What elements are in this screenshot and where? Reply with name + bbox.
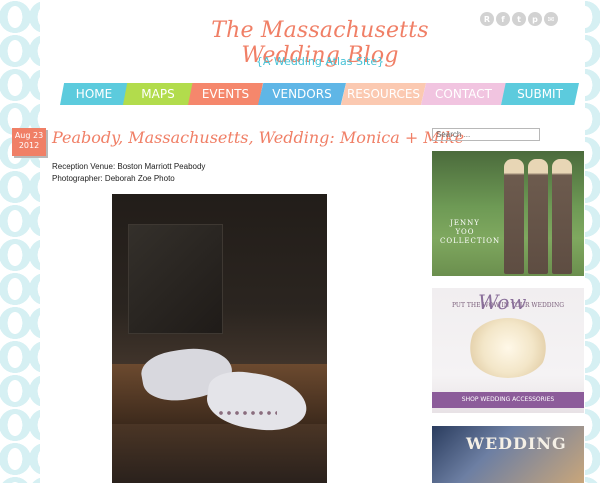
main-nav: HOME MAPS EVENTS VENDORS RESOURCES CONTA… xyxy=(60,83,579,105)
nav-contact[interactable]: CONTACT xyxy=(421,83,506,105)
post-photo-shoes[interactable] xyxy=(112,194,327,483)
post-date-year: 2012 xyxy=(18,141,40,150)
rss-icon[interactable]: R xyxy=(480,12,494,26)
facebook-icon[interactable]: f xyxy=(496,12,510,26)
nav-resources[interactable]: RESOURCES xyxy=(341,83,426,105)
nav-home[interactable]: HOME xyxy=(60,83,128,105)
twitter-icon[interactable]: t xyxy=(512,12,526,26)
post-photographer: Photographer: Deborah Zoe Photo xyxy=(52,174,175,183)
site-tagline: {A Wedding Atlas Site} xyxy=(255,55,385,68)
ad2-wow: Wow xyxy=(478,290,527,314)
nav-vendors[interactable]: VENDORS xyxy=(258,83,346,105)
sidebar-ad-jenny-yoo[interactable]: JENNY YOO COLLECTION xyxy=(432,151,584,276)
post-meta: Reception Venue: Boston Marriott Peabody… xyxy=(52,161,205,185)
ad1-text: JENNY YOO COLLECTION xyxy=(440,219,501,245)
sidebar-ad-accessories[interactable]: PUT THE WOW IN YOUR WEDDING Wow SHOP WED… xyxy=(432,288,584,413)
ad2-flower xyxy=(468,318,548,378)
post-venue: Reception Venue: Boston Marriott Peabody xyxy=(52,162,206,171)
post-date-month-day: Aug 23 xyxy=(14,131,44,140)
post-title[interactable]: Peabody, Massachusetts, Wedding: Monica … xyxy=(52,128,464,147)
post-date-badge: Aug 23 2012 xyxy=(12,128,46,156)
pinterest-icon[interactable]: p xyxy=(528,12,542,26)
ad3-title: WEDDING xyxy=(466,434,567,453)
nav-submit[interactable]: SUBMIT xyxy=(501,83,579,105)
search-input[interactable]: Search ... xyxy=(432,128,540,141)
ad1-figure-3 xyxy=(552,159,572,274)
nav-maps[interactable]: MAPS xyxy=(123,83,193,105)
shoe-jewel xyxy=(217,409,277,419)
ad2-shop-bar: SHOP WEDDING ACCESSORIES xyxy=(432,392,584,408)
sidebar-ad-wedding-book[interactable]: WEDDING xyxy=(432,426,584,483)
social-links: R f t p ✉ xyxy=(480,12,558,26)
photo-window xyxy=(128,224,223,334)
ad1-figure-1 xyxy=(504,159,524,274)
nav-events[interactable]: EVENTS xyxy=(188,83,263,105)
email-icon[interactable]: ✉ xyxy=(544,12,558,26)
ad1-figure-2 xyxy=(528,159,548,274)
